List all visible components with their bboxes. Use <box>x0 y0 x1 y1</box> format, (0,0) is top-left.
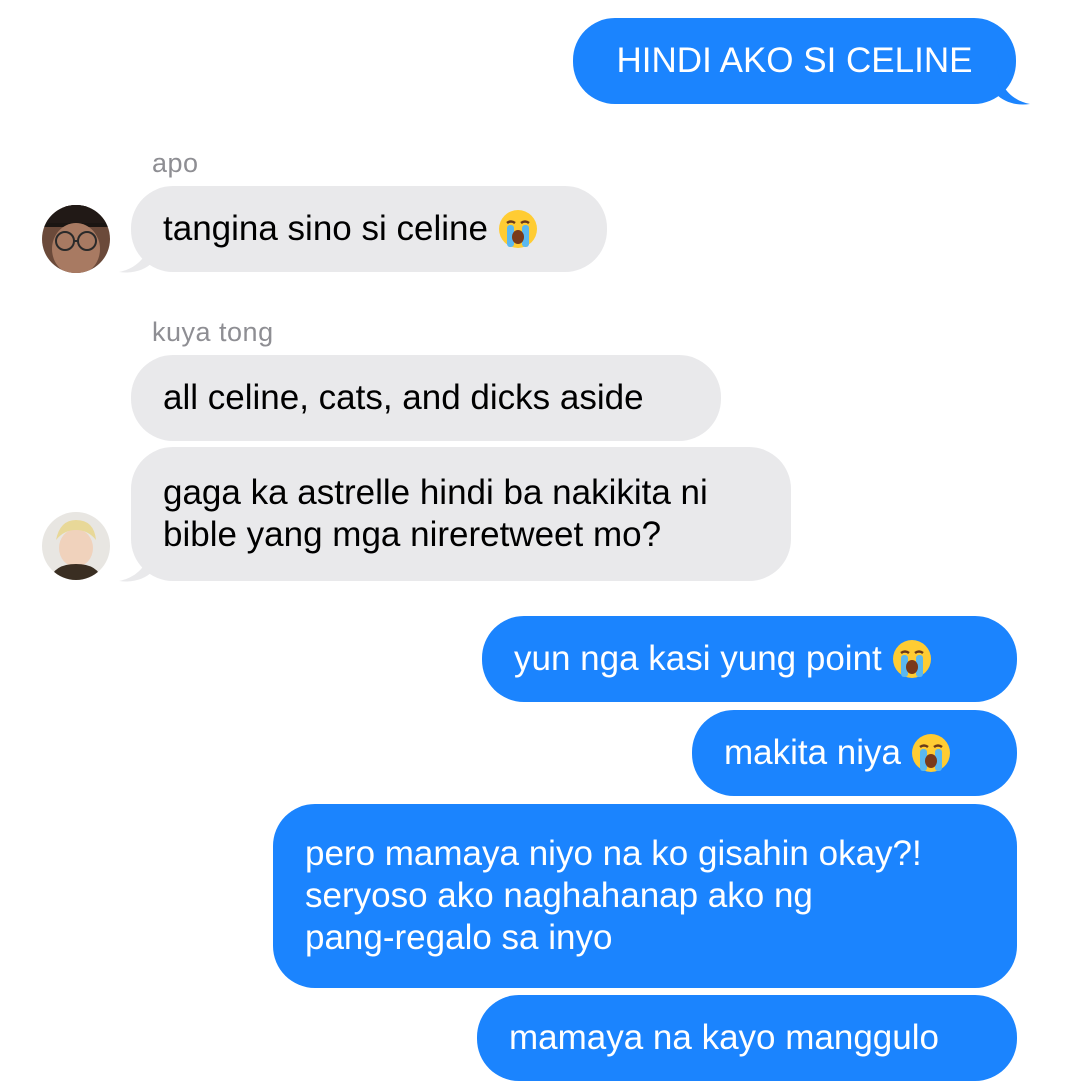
message-text-line: seryoso ako naghahanap ako ng <box>305 876 813 915</box>
message-text: makita niya <box>724 733 902 772</box>
sender-name: kuya tong <box>152 317 274 347</box>
message-bubble-outgoing[interactable]: mamaya na kayo manggulo <box>477 995 1017 1081</box>
message-bubble-outgoing[interactable]: yun nga kasi yung point <box>482 616 1017 702</box>
message-text-line: gaga ka astrelle hindi ba nakikita ni <box>163 473 708 512</box>
message-text: all celine, cats, and dicks aside <box>163 378 644 417</box>
message-text-line: bible yang mga nireretweet mo? <box>163 515 662 554</box>
message-text: tangina sino si celine <box>163 209 488 248</box>
message-text: yun nga kasi yung point <box>514 639 882 678</box>
sender-name: apo <box>152 148 199 178</box>
message-text-line: pero mamaya niyo na ko gisahin okay?! <box>305 834 922 873</box>
message-text: HINDI AKO SI CELINE <box>616 41 973 80</box>
message-bubble-incoming[interactable]: gaga ka astrelle hindi ba nakikita ni bi… <box>131 447 791 581</box>
bubble-tail <box>996 66 1030 105</box>
loudly-crying-face-icon <box>498 210 537 248</box>
message-bubble-incoming[interactable]: tangina sino si celine <box>131 186 607 272</box>
message-bubble-outgoing[interactable]: makita niya <box>692 710 1017 796</box>
avatar[interactable] <box>42 512 110 580</box>
message-text: mamaya na kayo manggulo <box>509 1018 939 1057</box>
avatar[interactable] <box>42 205 110 273</box>
message-bubble-outgoing[interactable]: HINDI AKO SI CELINE <box>573 18 1016 104</box>
message-thread: HINDI AKO SI CELINE apo tangina sino si … <box>0 0 1080 1085</box>
message-bubble-incoming[interactable]: all celine, cats, and dicks aside <box>131 355 721 441</box>
message-text-line: pang-regalo sa inyo <box>305 918 613 957</box>
loudly-crying-face-icon <box>912 734 951 772</box>
bubble-tail <box>119 234 153 273</box>
loudly-crying-face-icon <box>892 640 931 678</box>
avatar-photo-icon <box>42 512 110 580</box>
bubble-tail <box>119 543 153 582</box>
message-bubble-outgoing[interactable]: pero mamaya niyo na ko gisahin okay?! se… <box>273 804 1017 988</box>
avatar-photo-icon <box>42 205 110 273</box>
